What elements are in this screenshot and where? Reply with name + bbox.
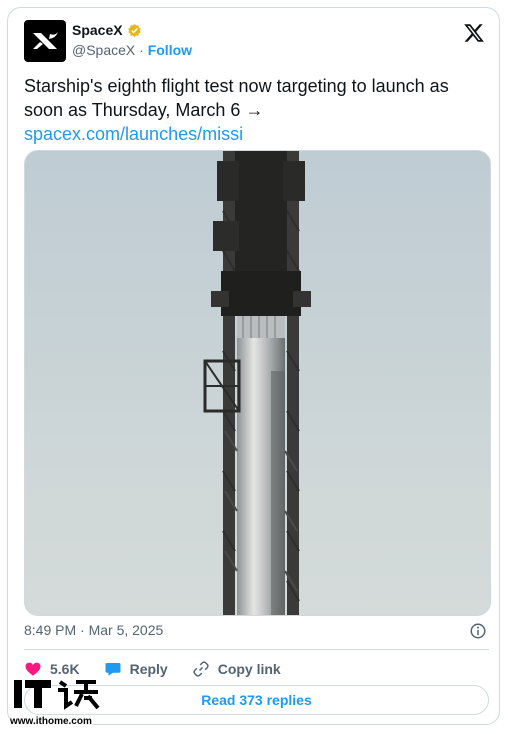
- reply-button[interactable]: Reply: [104, 660, 168, 678]
- x-logo-icon[interactable]: [463, 22, 485, 44]
- reply-bubble-icon: [105, 663, 121, 676]
- ithome-url: www.ithome.com: [10, 716, 92, 727]
- copy-link-label: Copy link: [217, 661, 281, 677]
- follow-button[interactable]: Follow: [148, 42, 192, 58]
- ithome-logo-icon: [14, 680, 100, 710]
- timestamp-row: 8:49 PM · Mar 5, 2025: [24, 622, 489, 642]
- info-icon[interactable]: [469, 622, 487, 640]
- author-display-name[interactable]: SpaceX: [72, 22, 123, 38]
- author-handle[interactable]: @SpaceX: [72, 42, 135, 58]
- spacex-x-logo-icon: [33, 32, 58, 49]
- tweet-card: SpaceX @SpaceX · Follow Starship's eight…: [7, 7, 500, 725]
- tweet-media-image[interactable]: [24, 150, 491, 616]
- link-icon: [193, 661, 209, 677]
- starship-rocket-illustration: [203, 151, 311, 615]
- author-info: SpaceX @SpaceX · Follow: [72, 22, 192, 58]
- divider: [24, 649, 489, 650]
- like-count: 5.6K: [50, 661, 80, 677]
- avatar[interactable]: [24, 20, 66, 62]
- handle-separator: ·: [135, 42, 148, 58]
- ithome-watermark: www.ithome.com: [10, 676, 102, 728]
- verified-badge-icon: [127, 23, 141, 37]
- tweet-timestamp[interactable]: 8:49 PM · Mar 5, 2025: [24, 622, 163, 638]
- read-replies-label: Read 373 replies: [201, 692, 312, 708]
- reply-label: Reply: [129, 661, 168, 677]
- copy-link-button[interactable]: Copy link: [192, 660, 281, 678]
- tweet-body: Starship's eighth flight test now target…: [24, 76, 449, 120]
- tweet-link[interactable]: spacex.com/launches/missi: [24, 124, 243, 144]
